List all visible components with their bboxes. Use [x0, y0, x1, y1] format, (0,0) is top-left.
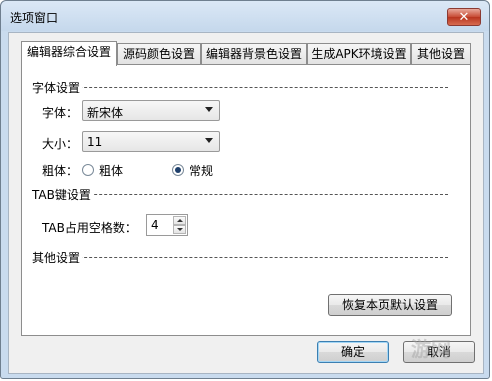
spin-up-icon[interactable] — [173, 216, 186, 225]
close-icon: ✕ — [458, 10, 470, 25]
tab-spaces-value: 4 — [151, 218, 159, 232]
title-bar: 选项窗口 ✕ — [1, 1, 489, 31]
tab-source-colors[interactable]: 源码颜色设置 — [117, 43, 201, 64]
tab-label: 源码颜色设置 — [122, 47, 195, 61]
tab-settings-title: TAB键设置 — [32, 186, 93, 203]
bold-radio[interactable] — [82, 164, 94, 176]
font-label: 字体： — [42, 106, 79, 120]
bold-radio-label[interactable]: 粗体 — [99, 162, 123, 179]
options-window: 选项窗口 ✕ 编辑器综合设置 源码颜色设置 编辑器背景色设置 生成APK环境设置… — [0, 0, 490, 379]
size-select[interactable]: 11 — [82, 131, 220, 152]
chevron-down-icon — [205, 138, 213, 143]
font-select[interactable]: 新宋体 — [82, 100, 220, 121]
tab-label: 编辑器背景色设置 — [205, 47, 302, 61]
tab-panel: 字体设置 字体： 新宋体 大小： 11 粗体： 粗体 常规 TAB键设置 TAB… — [21, 64, 471, 336]
tab-other-settings[interactable]: 其他设置 — [411, 43, 471, 64]
tab-label: 编辑器综合设置 — [26, 45, 111, 59]
tab-label: 生成APK环境设置 — [311, 47, 407, 61]
other-settings-title: 其他设置 — [32, 249, 83, 266]
tab-label: 其他设置 — [416, 47, 465, 61]
font-select-value: 新宋体 — [87, 106, 124, 120]
section-divider — [34, 194, 448, 195]
regular-radio-label[interactable]: 常规 — [189, 162, 213, 179]
tab-editor-background[interactable]: 编辑器背景色设置 — [201, 43, 307, 64]
style-label: 粗体： — [42, 164, 79, 178]
regular-radio[interactable] — [172, 164, 184, 176]
tab-editor-general[interactable]: 编辑器综合设置 — [21, 41, 117, 66]
size-label: 大小： — [42, 137, 79, 151]
tab-apk-environment[interactable]: 生成APK环境设置 — [307, 43, 411, 64]
tab-spaces-label: TAB占用空格数： — [42, 221, 137, 235]
tab-spaces-spinner[interactable]: 4 — [146, 214, 188, 236]
restore-defaults-button[interactable]: 恢复本页默认设置 — [328, 294, 452, 316]
size-select-value: 11 — [87, 135, 103, 149]
ok-button[interactable]: 确定 — [317, 341, 389, 363]
section-divider — [34, 87, 448, 88]
chevron-down-icon — [205, 107, 213, 112]
dialog-body: 编辑器综合设置 源码颜色设置 编辑器背景色设置 生成APK环境设置 其他设置 字… — [8, 32, 484, 374]
font-settings-title: 字体设置 — [32, 79, 83, 96]
section-divider — [34, 257, 448, 258]
spin-down-icon[interactable] — [173, 225, 186, 234]
window-title: 选项窗口 — [10, 11, 59, 25]
watermark-logo: 游网 — [411, 337, 451, 361]
close-button[interactable]: ✕ — [447, 8, 481, 26]
